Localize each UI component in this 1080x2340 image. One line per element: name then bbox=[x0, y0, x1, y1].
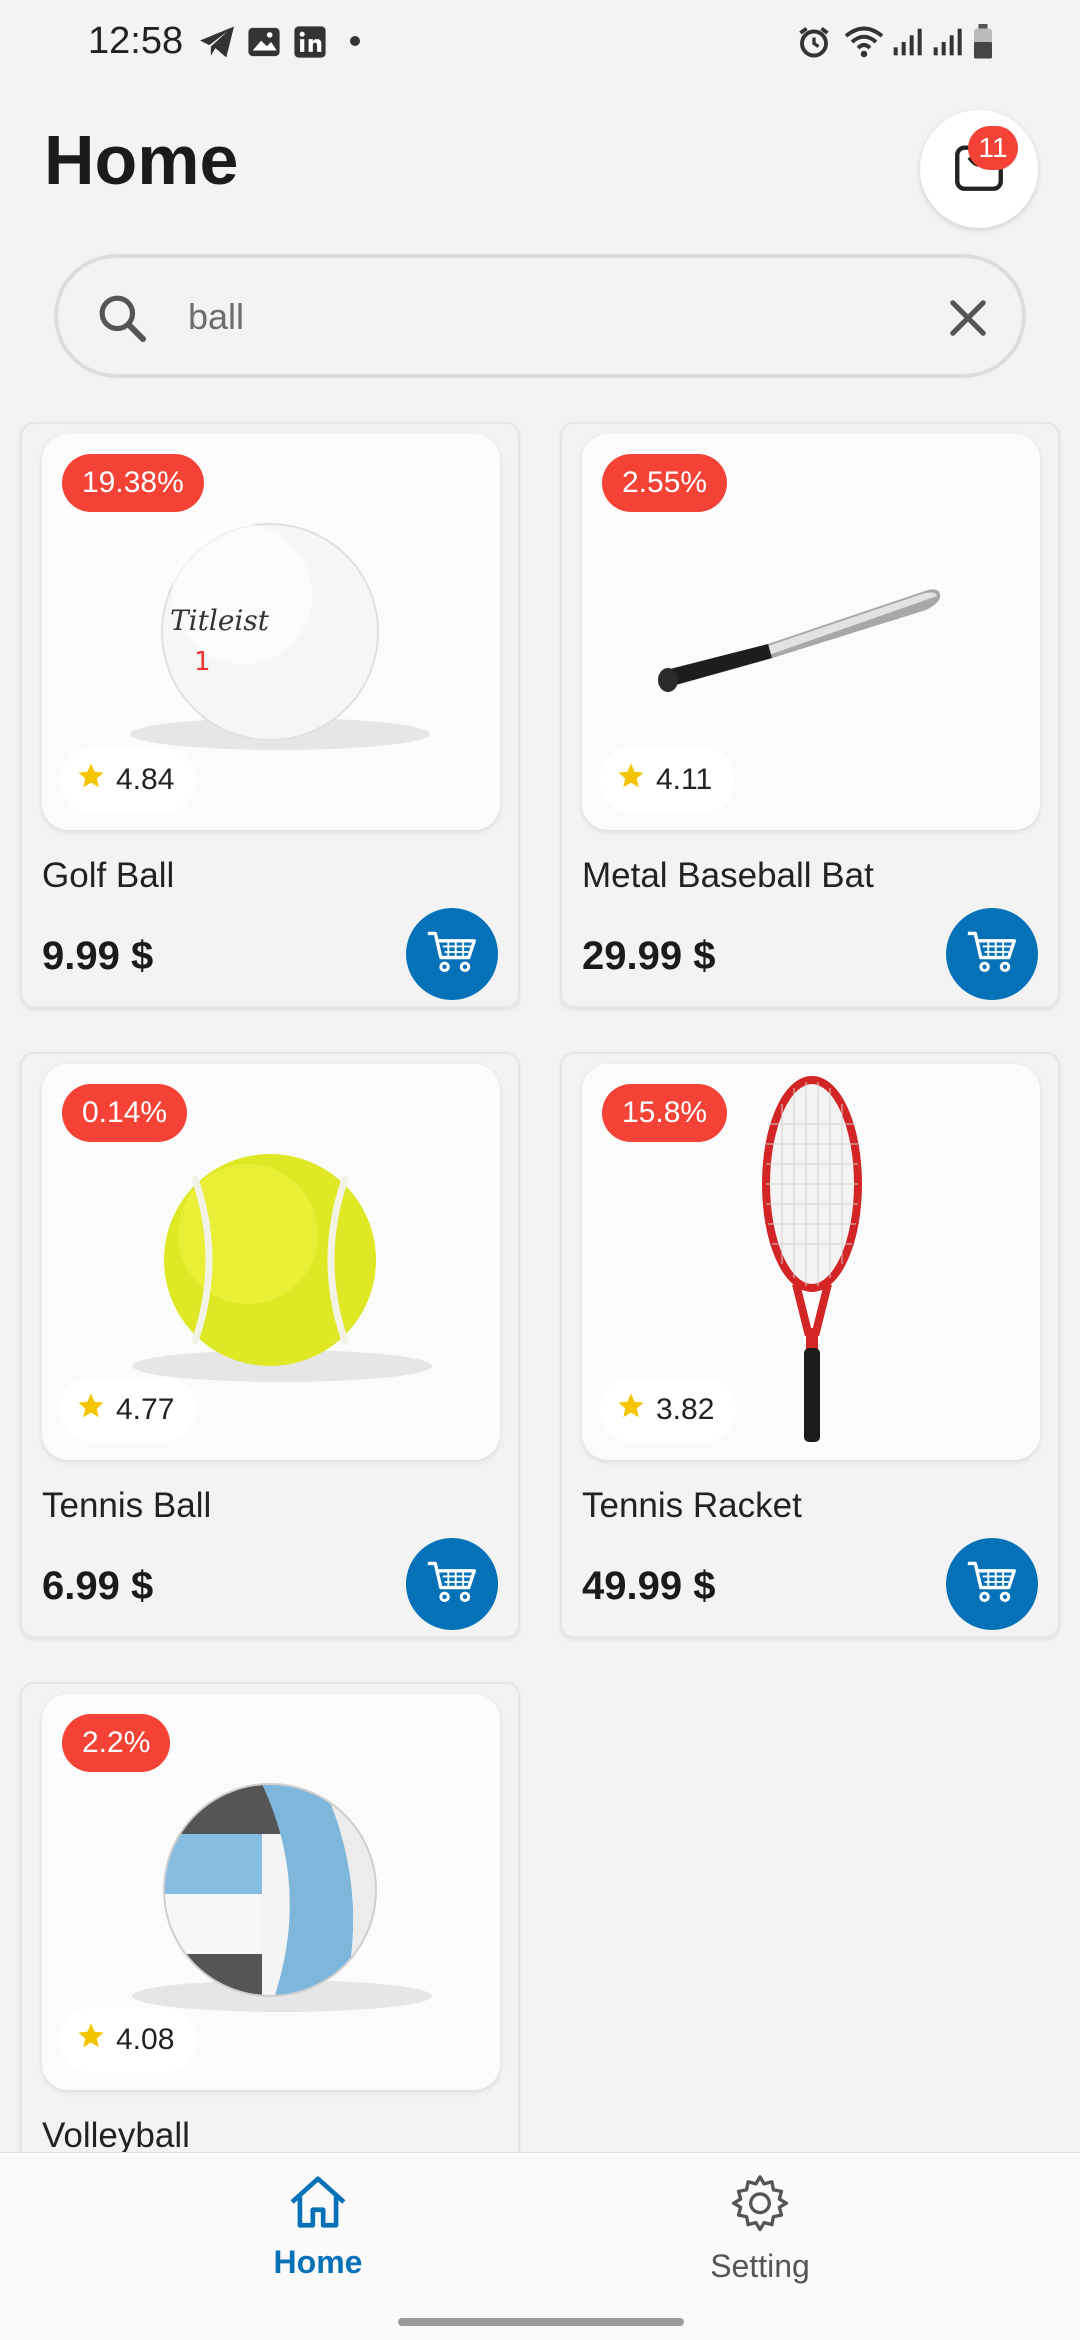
add-to-cart-button[interactable] bbox=[406, 1538, 498, 1630]
bottom-navigation: Home Setting bbox=[0, 2152, 1080, 2340]
rating-chip: 4.77 bbox=[60, 1378, 197, 1442]
cart-count-badge: 11 bbox=[968, 126, 1018, 170]
page-title: Home bbox=[44, 121, 239, 199]
search-bar[interactable] bbox=[54, 254, 1026, 378]
product-price: 9.99 $ bbox=[42, 934, 154, 978]
alarm-icon bbox=[796, 22, 832, 62]
telegram-icon bbox=[196, 22, 238, 62]
discount-badge: 15.8% bbox=[602, 1084, 728, 1142]
signal-icon bbox=[890, 22, 924, 62]
product-card[interactable]: 2.55% 4.11 Metal Baseball Bat 29.99 $ bbox=[560, 422, 1060, 1008]
product-name: Volleyball bbox=[42, 2116, 190, 2155]
signal-icon bbox=[930, 22, 964, 62]
nav-item-setting[interactable]: Setting bbox=[660, 2173, 860, 2293]
nav-label-setting: Setting bbox=[710, 2248, 810, 2284]
svg-text:1: 1 bbox=[194, 647, 211, 677]
gesture-bar[interactable] bbox=[398, 2318, 684, 2326]
rating-value: 4.08 bbox=[116, 2023, 175, 2056]
nav-item-home[interactable]: Home bbox=[218, 2173, 418, 2293]
product-card[interactable]: Titleist 1 19.38% 4.84 Golf Ball 9.99 $ bbox=[20, 422, 520, 1008]
product-image: 2.55% 4.11 bbox=[582, 434, 1040, 830]
rating-value: 4.84 bbox=[116, 763, 175, 796]
nav-label-home: Home bbox=[273, 2244, 363, 2280]
gallery-icon bbox=[246, 22, 282, 62]
star-icon bbox=[76, 2021, 106, 2059]
rating-value: 4.11 bbox=[656, 763, 713, 796]
gear-icon bbox=[729, 2173, 791, 2240]
product-price: 6.99 $ bbox=[42, 1564, 154, 1608]
product-image: 2.2% 4.08 bbox=[42, 1694, 500, 2090]
status-time: 12:58 bbox=[88, 20, 184, 62]
product-name: Golf Ball bbox=[42, 856, 175, 895]
product-name: Metal Baseball Bat bbox=[582, 856, 874, 895]
notification-dot-icon bbox=[350, 36, 360, 46]
add-to-cart-button[interactable] bbox=[406, 908, 498, 1000]
rating-value: 4.77 bbox=[116, 1393, 175, 1426]
search-icon[interactable] bbox=[94, 290, 150, 346]
home-icon bbox=[287, 2173, 349, 2236]
discount-badge: 2.55% bbox=[602, 454, 728, 512]
discount-badge: 19.38% bbox=[62, 454, 204, 512]
rating-chip: 3.82 bbox=[600, 1378, 737, 1442]
search-input[interactable] bbox=[188, 282, 888, 352]
star-icon bbox=[76, 761, 106, 799]
product-image: Titleist 1 19.38% 4.84 bbox=[42, 434, 500, 830]
linkedin-icon bbox=[292, 22, 328, 62]
cart-icon bbox=[966, 1559, 1018, 1610]
battery-icon bbox=[970, 22, 996, 62]
wifi-icon bbox=[842, 22, 886, 62]
rating-value: 3.82 bbox=[656, 1393, 715, 1426]
product-name: Tennis Ball bbox=[42, 1486, 212, 1525]
app-screen: 12:58 Home 11 ball Titleist 1 19.38% 4.8… bbox=[0, 0, 1080, 2340]
close-icon[interactable] bbox=[942, 292, 994, 344]
add-to-cart-button[interactable] bbox=[946, 908, 1038, 1000]
star-icon bbox=[616, 761, 646, 799]
rating-chip: 4.08 bbox=[60, 2008, 197, 2072]
product-price: 29.99 $ bbox=[582, 934, 716, 978]
product-card[interactable]: 15.8% 3.82 Tennis Racket 49.99 $ bbox=[560, 1052, 1060, 1638]
cart-icon bbox=[966, 929, 1018, 980]
product-card[interactable]: 0.14% 4.77 Tennis Ball 6.99 $ bbox=[20, 1052, 520, 1638]
star-icon bbox=[76, 1391, 106, 1429]
cart-icon bbox=[426, 1559, 478, 1610]
rating-chip: 4.84 bbox=[60, 748, 197, 812]
product-price: 49.99 $ bbox=[582, 1564, 716, 1608]
rating-chip: 4.11 bbox=[600, 748, 735, 812]
discount-badge: 0.14% bbox=[62, 1084, 188, 1142]
product-name: Tennis Racket bbox=[582, 1486, 802, 1525]
product-image: 0.14% 4.77 bbox=[42, 1064, 500, 1460]
product-image: 15.8% 3.82 bbox=[582, 1064, 1040, 1460]
star-icon bbox=[616, 1391, 646, 1429]
status-bar: 12:58 bbox=[0, 0, 1080, 84]
add-to-cart-button[interactable] bbox=[946, 1538, 1038, 1630]
svg-text:Titleist: Titleist bbox=[170, 604, 270, 637]
cart-icon bbox=[426, 929, 478, 980]
discount-badge: 2.2% bbox=[62, 1714, 171, 1772]
